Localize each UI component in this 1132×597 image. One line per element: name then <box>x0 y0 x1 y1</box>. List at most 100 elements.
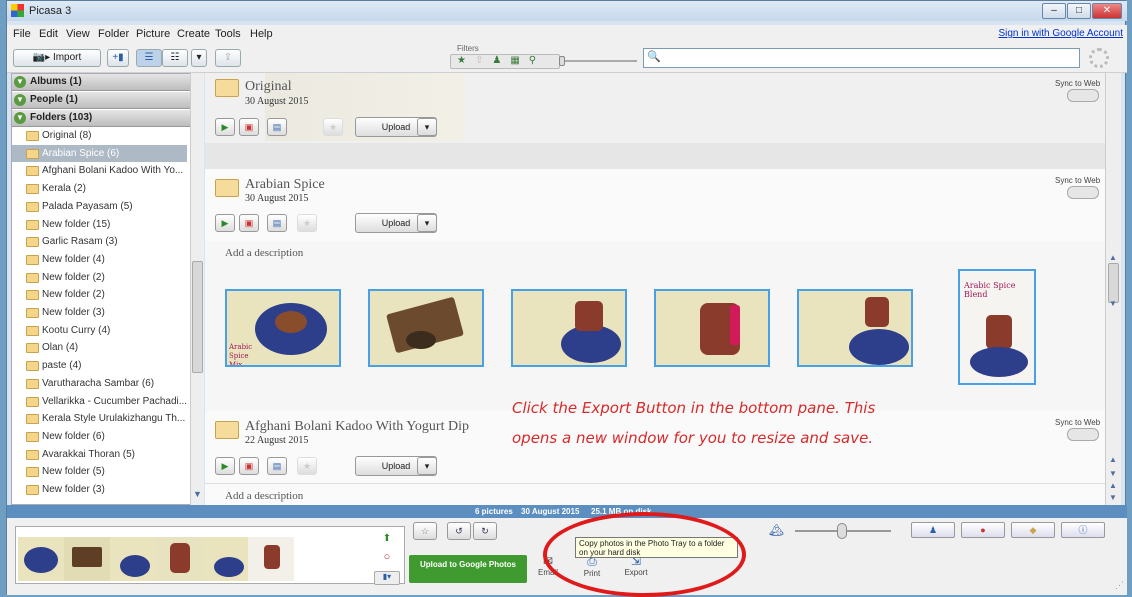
star-button[interactable]: ★ <box>297 457 317 475</box>
star-filter-icon[interactable]: ★ <box>457 55 475 66</box>
sidebar-folder-item[interactable]: Original (8) <box>12 127 187 145</box>
sidebar-folder-item[interactable]: Kerala (2) <box>12 180 187 198</box>
menu-file[interactable]: File <box>13 28 31 40</box>
group-folders[interactable]: ▼ Folders (103) <box>12 110 192 127</box>
upload-dropdown-button[interactable]: ▾ <box>417 457 437 475</box>
collage-button[interactable]: ▣ <box>239 118 259 136</box>
sync-toggle[interactable] <box>1067 186 1099 199</box>
rotate-left-button[interactable]: ↺ <box>447 522 471 540</box>
tags-button[interactable]: ◆ <box>1011 522 1055 538</box>
menu-create[interactable]: Create <box>177 28 210 40</box>
play-slideshow-button[interactable]: ▶ <box>215 118 235 136</box>
share-button[interactable]: ⇪ <box>215 49 241 67</box>
scroll-up-arrow-icon[interactable]: ▲ <box>1109 253 1117 262</box>
photo-thumbnail[interactable] <box>797 289 913 367</box>
date-filter-slider-handle[interactable] <box>559 56 565 66</box>
scroll-thumb[interactable] <box>192 261 203 373</box>
photo-thumbnail[interactable] <box>654 289 770 367</box>
sidebar-folder-item[interactable]: Varutharacha Sambar (6) <box>12 375 187 393</box>
photo-thumbnail-selected[interactable]: Arabic Spice Blend <box>958 269 1036 385</box>
people-button[interactable]: ♟ <box>911 522 955 538</box>
geotag-filter-icon[interactable]: ⚲ <box>529 55 545 66</box>
sidebar-folder-item[interactable]: Garlic Rasam (3) <box>12 233 187 251</box>
menu-edit[interactable]: Edit <box>39 28 58 40</box>
scroll-thumb[interactable] <box>1108 263 1119 303</box>
collapse-icon[interactable]: ▼ <box>14 112 26 124</box>
sidebar-folder-item[interactable]: Palada Payasam (5) <box>12 198 187 216</box>
star-button[interactable]: ☆ <box>413 522 437 540</box>
star-button[interactable]: ★ <box>323 118 343 136</box>
upload-dropdown-button[interactable]: ▾ <box>417 118 437 136</box>
hold-button[interactable]: ⬆ <box>378 533 396 547</box>
play-slideshow-button[interactable]: ▶ <box>215 457 235 475</box>
scroll-down-arrow-icon[interactable]: ▼ <box>1109 299 1117 308</box>
menu-help[interactable]: Help <box>250 28 273 40</box>
sidebar-scrollbar[interactable]: ▼ <box>190 73 204 505</box>
section-title[interactable]: Arabian Spice <box>245 177 325 193</box>
add-description-field[interactable]: Add a description <box>225 247 303 259</box>
import-button[interactable]: 📷▸ Import <box>13 49 101 67</box>
tray-thumbnail[interactable] <box>202 537 248 581</box>
resize-grip-icon[interactable]: ⋰ <box>1115 580 1124 591</box>
list-view-button[interactable]: ☰ <box>136 49 162 67</box>
sidebar-folder-item[interactable]: Kootu Curry (4) <box>12 322 187 340</box>
sidebar-folder-item[interactable]: New folder (3) <box>12 481 187 499</box>
collapse-icon[interactable]: ▼ <box>14 94 26 106</box>
collage-button[interactable]: ▣ <box>239 457 259 475</box>
sidebar-folder-item[interactable]: Arabian Spice (6) <box>12 144 187 163</box>
section-title[interactable]: Original <box>245 79 292 95</box>
search-input[interactable]: 🔍 <box>643 48 1080 68</box>
tray-thumbnail[interactable] <box>248 537 294 581</box>
sidebar-folder-item[interactable]: New folder (2) <box>12 269 187 287</box>
tray-thumbnail[interactable] <box>18 537 64 581</box>
properties-button[interactable]: ⓘ <box>1061 522 1105 538</box>
scroll-down-arrow-icon[interactable]: ▼ <box>1109 493 1117 502</box>
sidebar-folder-item[interactable]: Afghani Bolani Kadoo With Yo... <box>12 162 187 180</box>
movie-button[interactable]: ▤ <box>267 214 287 232</box>
sidebar-folder-item[interactable]: paste (4) <box>12 357 187 375</box>
movie-button[interactable]: ▤ <box>267 118 287 136</box>
clear-tray-icon[interactable]: ○ <box>378 551 396 565</box>
detail-view-button[interactable]: ☷ <box>162 49 188 67</box>
menu-tools[interactable]: Tools <box>215 28 241 40</box>
group-albums[interactable]: ▼ Albums (1) <box>12 74 192 91</box>
sidebar-folder-item[interactable]: Avarakkai Thoran (5) <box>12 446 187 464</box>
thumbnail-size-slider-handle[interactable] <box>837 523 847 539</box>
sidebar-folder-item[interactable]: New folder (5) <box>12 463 187 481</box>
add-description-field[interactable]: Add a description <box>225 490 303 502</box>
upload-filter-icon[interactable]: ⇧ <box>475 55 492 66</box>
group-people[interactable]: ▼ People (1) <box>12 92 192 109</box>
places-button[interactable]: ● <box>961 522 1005 538</box>
photo-thumbnail[interactable] <box>368 289 484 367</box>
section-title[interactable]: Afghani Bolani Kadoo With Yogurt Dip <box>245 419 469 435</box>
play-slideshow-button[interactable]: ▶ <box>215 214 235 232</box>
scroll-up-arrow-icon[interactable]: ▲ <box>1109 455 1117 464</box>
minimize-button[interactable]: – <box>1042 3 1066 19</box>
sidebar-folder-item[interactable]: Olan (4) <box>12 339 187 357</box>
date-filter-slider[interactable] <box>562 60 637 62</box>
sync-toggle[interactable] <box>1067 428 1099 441</box>
photo-thumbnail[interactable]: Arabic Spice Mix <box>225 289 341 367</box>
tray-thumbnail[interactable] <box>156 537 202 581</box>
view-dropdown-button[interactable]: ▾ <box>191 49 207 67</box>
scroll-up-arrow-icon[interactable]: ▲ <box>1109 481 1117 490</box>
close-button[interactable]: ✕ <box>1092 3 1122 19</box>
menu-picture[interactable]: Picture <box>136 28 170 40</box>
sidebar-folder-item[interactable]: New folder (2) <box>12 286 187 304</box>
sidebar-folder-item[interactable]: New folder (3) <box>12 304 187 322</box>
sidebar-folder-item[interactable]: New folder (4) <box>12 251 187 269</box>
sidebar-folder-item[interactable]: New folder (15) <box>12 216 187 234</box>
collapse-icon[interactable]: ▼ <box>14 76 26 88</box>
scroll-down-arrow-icon[interactable]: ▼ <box>193 489 202 499</box>
scroll-down-arrow-icon[interactable]: ▼ <box>1109 469 1117 478</box>
sidebar-folder-item[interactable]: Vellarikka - Cucumber Pachadi... <box>12 393 187 411</box>
add-to-album-button[interactable]: ▮▾ <box>374 571 400 585</box>
menu-view[interactable]: View <box>66 28 90 40</box>
upload-dropdown-button[interactable]: ▾ <box>417 214 437 232</box>
collage-button[interactable]: ▣ <box>239 214 259 232</box>
sync-toggle[interactable] <box>1067 89 1099 102</box>
tray-thumbnail[interactable] <box>64 537 110 581</box>
add-to-album-button[interactable]: +▮ <box>107 49 129 67</box>
photo-thumbnail[interactable] <box>511 289 627 367</box>
face-filter-icon[interactable]: ♟ <box>492 55 510 66</box>
